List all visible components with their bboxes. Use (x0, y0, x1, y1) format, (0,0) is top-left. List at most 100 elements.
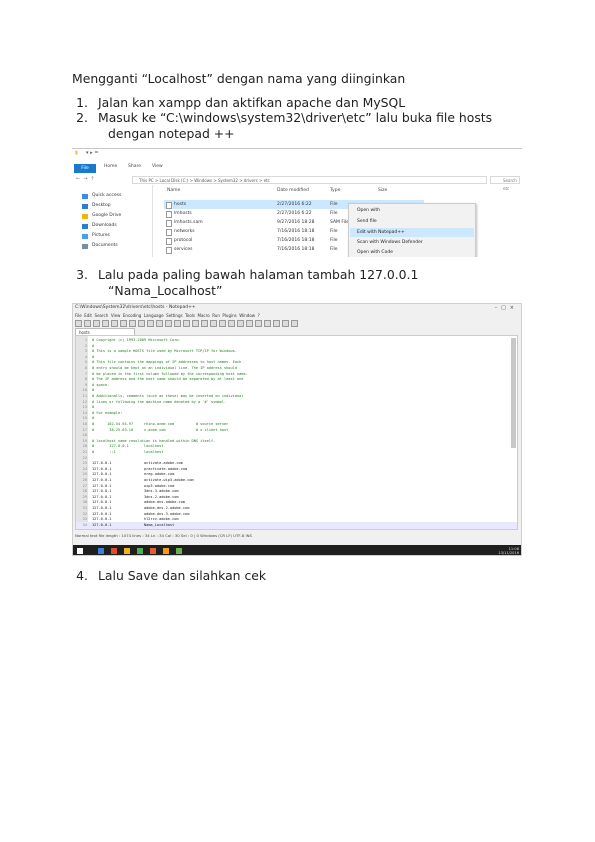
column-name[interactable]: Name (167, 188, 180, 193)
indent-guide-icon[interactable] (246, 320, 253, 327)
step-3: 3. Lalu pada paling bawah halaman tambah… (76, 267, 419, 298)
window-controls-icon[interactable]: –□× (495, 305, 518, 311)
desktop-icon (82, 203, 88, 209)
window-title: C:\Windows\System32\drivers\etc\hosts - … (75, 305, 196, 310)
tab-view[interactable]: View (152, 164, 163, 169)
step-text: Jalan kan xampp dan aktifkan apache dan … (98, 95, 406, 110)
editor[interactable]: 1 # Copyright (c) 1993-2009 Microsoft Cor… (75, 335, 518, 530)
column-date[interactable]: Date modified (277, 188, 309, 193)
code-line[interactable]: 34 127.0.0.1 Nama_Localhost (76, 521, 517, 529)
step-text: Lalu Save dan silahkan cek (98, 568, 267, 583)
replace-icon[interactable] (183, 320, 190, 327)
menu-language[interactable]: Language (144, 313, 164, 318)
stop-icon[interactable] (264, 320, 271, 327)
step-text: dengan notepad ++ (108, 125, 235, 141)
nav-item-downloads[interactable]: Downloads (82, 221, 152, 231)
taskbar-app-icon[interactable] (176, 548, 182, 554)
cut-icon[interactable] (129, 320, 136, 327)
menu-settings[interactable]: Settings (166, 313, 182, 318)
step-number: 1. (76, 95, 88, 110)
nav-item-desktop[interactable]: Desktop (82, 201, 152, 211)
nav-item-pictures[interactable]: Pictures (82, 231, 152, 241)
taskbar-app-icon[interactable] (137, 548, 143, 554)
tab-file[interactable]: File (74, 164, 96, 173)
zoom-in-icon[interactable] (192, 320, 199, 327)
taskbar-app-icon[interactable] (111, 548, 117, 554)
step-text: “Nama_Localhost” (108, 282, 223, 298)
step-text: Lalu pada paling bawah halaman tambah 12… (98, 267, 419, 282)
file-icon (166, 220, 172, 227)
menu-tools[interactable]: Tools (185, 313, 195, 318)
menu-encoding[interactable]: Encoding (123, 313, 141, 318)
file-icon (166, 202, 172, 209)
step-2: 2. Masuk ke “C:\windows\system32\driver\… (76, 110, 492, 141)
nav-item-documents[interactable]: Documents (82, 241, 152, 251)
wrap-icon[interactable] (228, 320, 235, 327)
search-input[interactable]: Search etc (490, 176, 520, 191)
menu-view[interactable]: View (111, 313, 121, 318)
nav-item-google-drive[interactable]: Google Drive (82, 211, 152, 221)
taskbar-app-icon[interactable] (98, 548, 104, 554)
save-all-icon[interactable] (102, 320, 109, 327)
new-icon[interactable] (75, 320, 82, 327)
paste-icon[interactable] (147, 320, 154, 327)
pictures-icon (82, 233, 88, 239)
tab-home[interactable]: Home (104, 164, 117, 169)
save-icon[interactable] (93, 320, 100, 327)
step-number: 2. (76, 110, 88, 125)
menu-file[interactable]: File (75, 313, 82, 318)
menu-macro[interactable]: Macro (198, 313, 210, 318)
play-icon[interactable] (273, 320, 280, 327)
menu-plugins[interactable]: Plugins (222, 313, 236, 318)
address-bar[interactable]: This PC > Local Disk (C:) > Windows > Sy… (132, 176, 487, 184)
copy-icon[interactable] (138, 320, 145, 327)
context-menu: Open with Send file Edit with Notepad++ … (348, 203, 476, 257)
menu-search[interactable]: Search (95, 313, 109, 318)
menu-help[interactable]: ? (258, 313, 260, 318)
taskbar-app-icon[interactable] (124, 548, 130, 554)
menu-item-send-file[interactable]: Send file (357, 217, 377, 226)
qat-arrows-icon[interactable]: ▾ ▸ = (86, 150, 98, 156)
notepadpp-screenshot: C:\Windows\System32\drivers\etc\hosts - … (72, 303, 522, 556)
menu-run[interactable]: Run (212, 313, 220, 318)
play-multi-icon[interactable] (282, 320, 289, 327)
file-icon (166, 238, 172, 245)
toolbar (75, 320, 298, 327)
nav-item-quick-access[interactable]: Quick access (82, 191, 152, 201)
tray-clock: 11:08 13/11/2016 (498, 547, 519, 555)
record-icon[interactable] (255, 320, 262, 327)
menu-edit[interactable]: Edit (84, 313, 92, 318)
close-icon[interactable] (111, 320, 118, 327)
taskbar-app-icon[interactable] (150, 548, 156, 554)
sync-h-icon[interactable] (219, 320, 226, 327)
quick-access-toolbar: ▮ ▾ ▸ = (72, 150, 522, 161)
nav-pane: Quick access Desktop Google Drive Downlo… (82, 191, 152, 251)
file-icon (166, 247, 172, 254)
save-macro-icon[interactable] (291, 320, 298, 327)
open-icon[interactable] (84, 320, 91, 327)
column-type[interactable]: Type (330, 188, 340, 193)
menu-item-open-code[interactable]: Open with Code (357, 248, 393, 257)
pane-divider (152, 185, 153, 257)
file-icon (166, 211, 172, 218)
print-icon[interactable] (120, 320, 127, 327)
menu-item-open-with[interactable]: Open with (357, 206, 380, 215)
start-icon[interactable] (77, 548, 83, 554)
sync-v-icon[interactable] (210, 320, 217, 327)
undo-icon[interactable] (156, 320, 163, 327)
tab-share[interactable]: Share (128, 164, 141, 169)
step-number: 3. (76, 267, 88, 282)
menu-item-edit-notepadpp[interactable]: Edit with Notepad++ (350, 228, 474, 237)
line-number: 34 (82, 522, 87, 527)
menu-window[interactable]: Window (239, 313, 255, 318)
redo-icon[interactable] (165, 320, 172, 327)
taskbar-app-icon[interactable] (163, 548, 169, 554)
scrollbar[interactable] (511, 338, 516, 448)
zoom-out-icon[interactable] (201, 320, 208, 327)
find-icon[interactable] (174, 320, 181, 327)
tab-hosts[interactable]: hosts (75, 328, 135, 335)
column-size[interactable]: Size (378, 188, 387, 193)
all-chars-icon[interactable] (237, 320, 244, 327)
menu-item-scan-defender[interactable]: Scan with Windows Defender (357, 238, 423, 247)
nav-arrows-icon[interactable]: ←→↑ (76, 176, 98, 182)
